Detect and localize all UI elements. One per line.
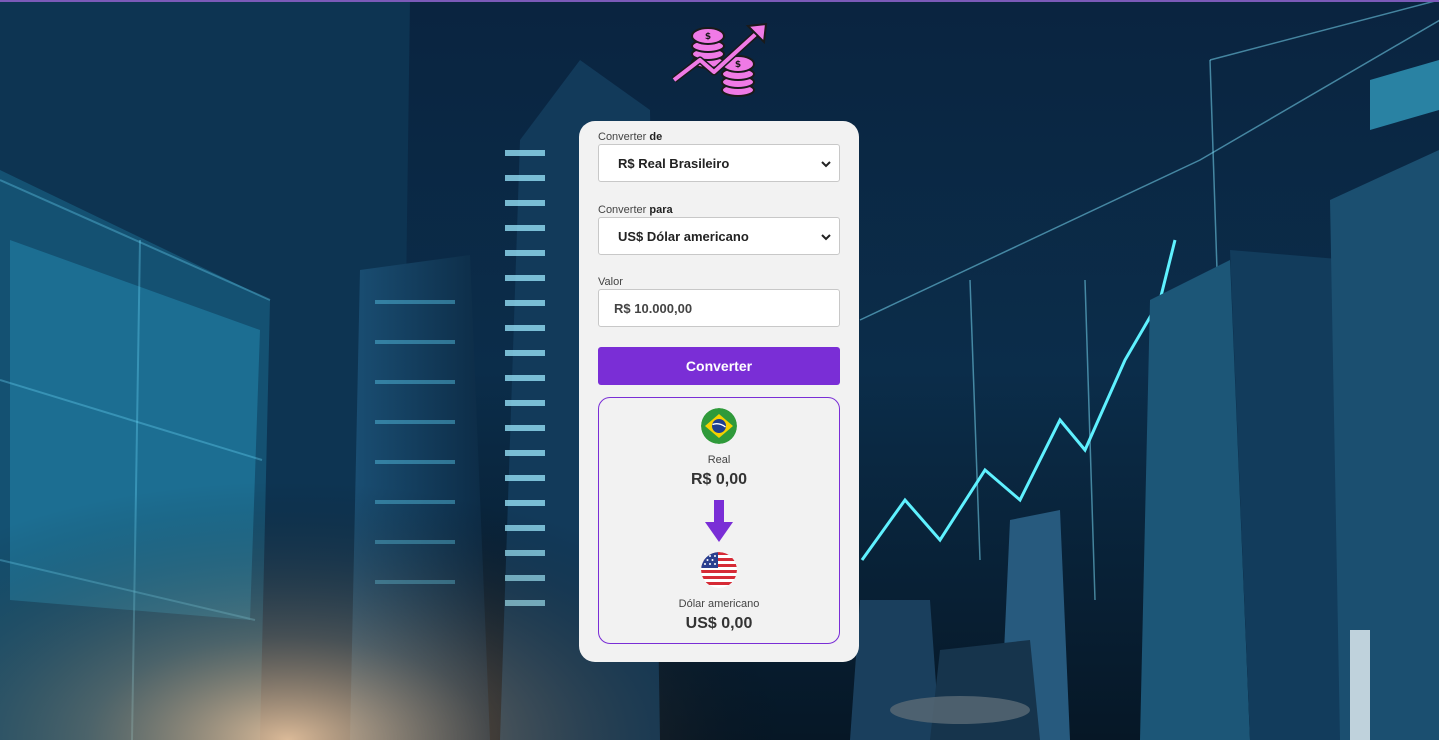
conversion-result-panel: Real R$ 0,00 Dólar americano US$ 0,00: [598, 397, 840, 644]
from-currency-label: Converter de: [598, 131, 663, 143]
from-currency-value: R$ Real Brasileiro: [618, 155, 730, 171]
top-border-line: [0, 0, 1439, 2]
amount-value: R$ 10.000,00: [614, 300, 693, 316]
coins-growth-logo-icon: $ $: [671, 22, 768, 97]
to-currency-name: Dólar americano: [678, 598, 760, 610]
chevron-down-icon: [821, 161, 831, 168]
svg-text:$: $: [705, 32, 711, 42]
amount-input[interactable]: R$ 10.000,00: [598, 289, 840, 327]
svg-text:$: $: [735, 60, 741, 70]
to-currency-select[interactable]: US$ Dólar americano: [598, 217, 840, 255]
to-currency-amount: US$ 0,00: [685, 615, 753, 632]
amount-label: Valor: [598, 276, 623, 288]
brazil-flag-icon: [701, 408, 737, 444]
from-currency-amount: R$ 0,00: [690, 471, 748, 488]
converter-card: Converter de R$ Real Brasileiro Converte…: [579, 121, 859, 662]
chevron-down-icon: [821, 234, 831, 241]
from-currency-select[interactable]: R$ Real Brasileiro: [598, 144, 840, 182]
from-currency-name: Real: [707, 454, 731, 466]
usa-flag-icon: [701, 552, 737, 588]
arrow-down-icon: [705, 500, 733, 542]
to-currency-value: US$ Dólar americano: [618, 228, 749, 244]
to-currency-label: Converter para: [598, 204, 673, 216]
convert-button[interactable]: Converter: [598, 347, 840, 385]
